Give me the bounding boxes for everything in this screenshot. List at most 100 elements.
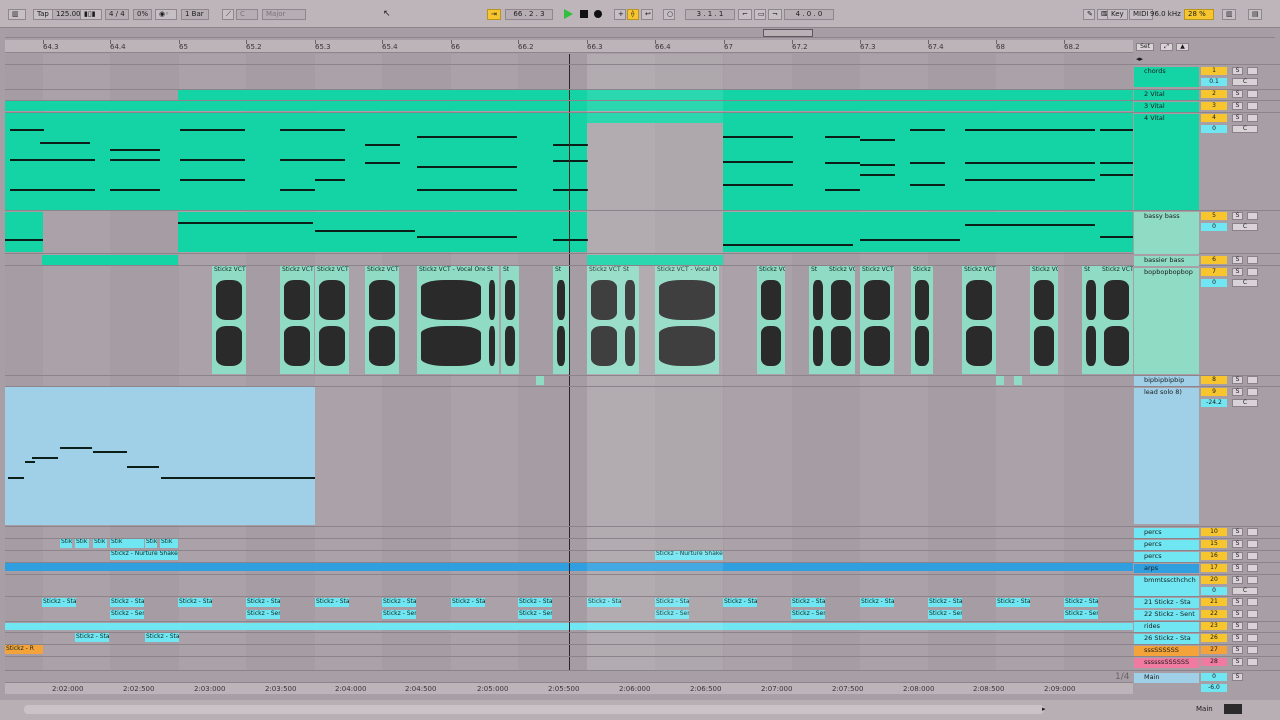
clip[interactable]: Stickz - Nurture Shake — [110, 550, 178, 560]
clip[interactable] — [723, 212, 1133, 252]
solo-button[interactable]: S — [1232, 67, 1243, 75]
track-volume[interactable]: -24.2 — [1201, 399, 1227, 407]
scale-menu[interactable]: Major — [262, 9, 306, 20]
loop-length-field[interactable]: 4 . 0 . 0 — [784, 9, 834, 20]
lock-icon[interactable]: ▲ — [1176, 43, 1189, 51]
track-header[interactable]: 21 Stickz - Sta — [1134, 598, 1199, 608]
clip[interactable] — [1014, 376, 1022, 385]
solo-button[interactable]: S — [1232, 564, 1243, 572]
arm-icon[interactable] — [1247, 67, 1258, 75]
clip[interactable]: Stickz - Sta — [928, 598, 962, 607]
clip[interactable]: Stik — [110, 538, 144, 548]
track-header[interactable]: ssssssSSSSSS — [1134, 658, 1199, 668]
horizontal-scrollbar[interactable] — [24, 705, 1044, 714]
locator-nav-icon[interactable]: ◂▸ — [1136, 55, 1143, 63]
track-number[interactable]: 4 — [1201, 114, 1227, 122]
solo-button[interactable]: S — [1232, 634, 1243, 642]
record-mode-icon[interactable]: ◉◦ — [155, 9, 177, 20]
solo-button[interactable]: S — [1232, 528, 1243, 536]
overview-viewport[interactable] — [763, 29, 813, 37]
solo-button[interactable]: S — [1232, 212, 1243, 220]
clip[interactable]: Stickz - Sta — [860, 598, 894, 607]
clip[interactable]: Stik — [160, 538, 178, 548]
clip[interactable]: Stickz - Sent — [518, 610, 552, 619]
arm-icon[interactable] — [1247, 212, 1258, 220]
stop-icon[interactable] — [580, 10, 588, 18]
track-volume[interactable]: 0 — [1201, 223, 1227, 231]
clip[interactable]: Stickz - Sta — [315, 598, 349, 607]
clip[interactable] — [996, 376, 1004, 385]
play-icon[interactable] — [564, 9, 573, 19]
clip[interactable]: St — [1082, 266, 1100, 374]
clip[interactable]: Stickz - Sta — [246, 598, 280, 607]
arm-icon[interactable] — [1247, 102, 1258, 110]
clip[interactable]: Stickz - R — [5, 645, 43, 654]
loop-record-icon[interactable]: ○ — [663, 9, 675, 20]
record-icon[interactable] — [594, 10, 602, 18]
arrangement-overview[interactable] — [5, 28, 1275, 38]
clip[interactable]: Stickz - Sent — [110, 610, 144, 619]
solo-button[interactable]: S — [1232, 540, 1243, 548]
clip[interactable]: Stickz - Sta — [1064, 598, 1098, 607]
track-header[interactable]: 4 Vital — [1134, 114, 1199, 210]
solo-button[interactable]: S — [1232, 552, 1243, 560]
solo-button[interactable]: S — [1232, 622, 1243, 630]
track-number[interactable]: 20 — [1201, 576, 1227, 584]
quantize-menu[interactable]: 1 Bar — [181, 9, 209, 20]
track-number[interactable]: 23 — [1201, 622, 1227, 630]
clip[interactable] — [5, 387, 315, 525]
track-number[interactable]: 0 — [1201, 673, 1227, 681]
arm-icon[interactable] — [1247, 622, 1258, 630]
groove-amount[interactable]: 0% — [133, 9, 153, 20]
track-number[interactable]: 17 — [1201, 564, 1227, 572]
track-pan[interactable]: C — [1232, 587, 1258, 595]
track-number[interactable]: 1 — [1201, 67, 1227, 75]
solo-button[interactable]: S — [1232, 256, 1243, 264]
track-number[interactable]: 10 — [1201, 528, 1227, 536]
clip[interactable]: Stik — [93, 538, 107, 548]
track-number[interactable]: 26 — [1201, 634, 1227, 642]
clip[interactable]: St — [501, 266, 519, 374]
clip[interactable] — [5, 113, 587, 210]
solo-button[interactable]: S — [1232, 90, 1243, 98]
arm-icon[interactable] — [1247, 552, 1258, 560]
arm-icon[interactable] — [1247, 256, 1258, 264]
clip[interactable]: Stickz VCT — [280, 266, 314, 374]
clip[interactable]: Stickz VCT — [827, 266, 855, 374]
clip[interactable]: Stickz VCT — [315, 266, 349, 374]
track-number[interactable]: 28 — [1201, 658, 1227, 666]
time-ruler[interactable]: 2:02:000 2:02:500 2:03:000 2:03:500 2:04:000… — [5, 682, 1133, 694]
beat-time-ruler[interactable]: 64.3 64.4 65 65.2 65.3 65.4 66 66.2 66.3 66.4 67 67… — [5, 40, 1133, 53]
track-header[interactable]: arps — [1134, 564, 1199, 573]
track-number[interactable]: 2 — [1201, 90, 1227, 98]
track-pan[interactable]: C — [1232, 78, 1258, 86]
clip[interactable]: Stik — [145, 538, 157, 548]
draw-automation-icon[interactable]: ⤢ — [1160, 43, 1173, 51]
track-pan[interactable]: C — [1232, 279, 1258, 287]
arm-icon[interactable] — [1247, 564, 1258, 572]
automation-arm-icon[interactable]: ⟠ — [627, 9, 639, 20]
key-map-button[interactable]: Key — [1107, 9, 1128, 20]
arm-icon[interactable] — [1247, 388, 1258, 396]
solo-button[interactable]: S — [1232, 610, 1243, 618]
solo-button[interactable]: S — [1232, 268, 1243, 276]
time-signature[interactable]: 4 / 4 — [105, 9, 129, 20]
arm-icon[interactable] — [1247, 376, 1258, 384]
track-number[interactable]: 9 — [1201, 388, 1227, 396]
track-header[interactable]: 22 Stickz - Sent — [1134, 610, 1199, 620]
track-number[interactable]: 16 — [1201, 552, 1227, 560]
clip[interactable]: Stickz VCT — [860, 266, 894, 374]
key-menu[interactable]: C — [236, 9, 258, 20]
punch-out-icon[interactable]: ¬ — [768, 9, 782, 20]
track-header[interactable]: 26 Stickz - Sta — [1134, 634, 1199, 644]
track-number[interactable]: 15 — [1201, 540, 1227, 548]
clip[interactable] — [42, 255, 178, 265]
arm-icon[interactable] — [1247, 90, 1258, 98]
clip[interactable]: Stickz - Sta — [451, 598, 485, 607]
solo-button[interactable]: S — [1232, 646, 1243, 654]
follow-button[interactable]: ⇥ — [487, 9, 501, 20]
clip[interactable]: Stickz - Sta — [110, 598, 144, 607]
track-header[interactable]: percs — [1134, 540, 1199, 550]
clip[interactable]: Stickz - Sta — [75, 633, 109, 642]
track-volume[interactable]: 0 — [1201, 279, 1227, 287]
